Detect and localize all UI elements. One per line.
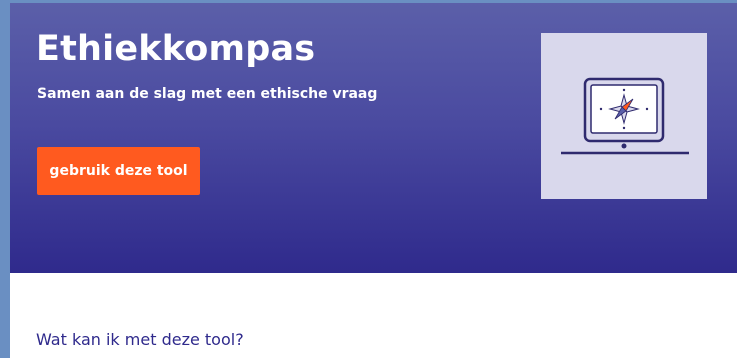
hero-illustration [541,33,707,199]
hero-subtitle: Samen aan de slag met een ethische vraag [37,86,378,102]
use-tool-button[interactable]: gebruik deze tool [37,147,200,195]
hero-banner: Ethiekkompas Samen aan de slag met een e… [10,3,737,273]
section-heading: Wat kan ik met deze tool? [36,330,244,349]
page-frame: Ethiekkompas Samen aan de slag met een e… [0,0,737,358]
page-title: Ethiekkompas [36,29,316,69]
laptop-compass-icon [561,77,689,155]
